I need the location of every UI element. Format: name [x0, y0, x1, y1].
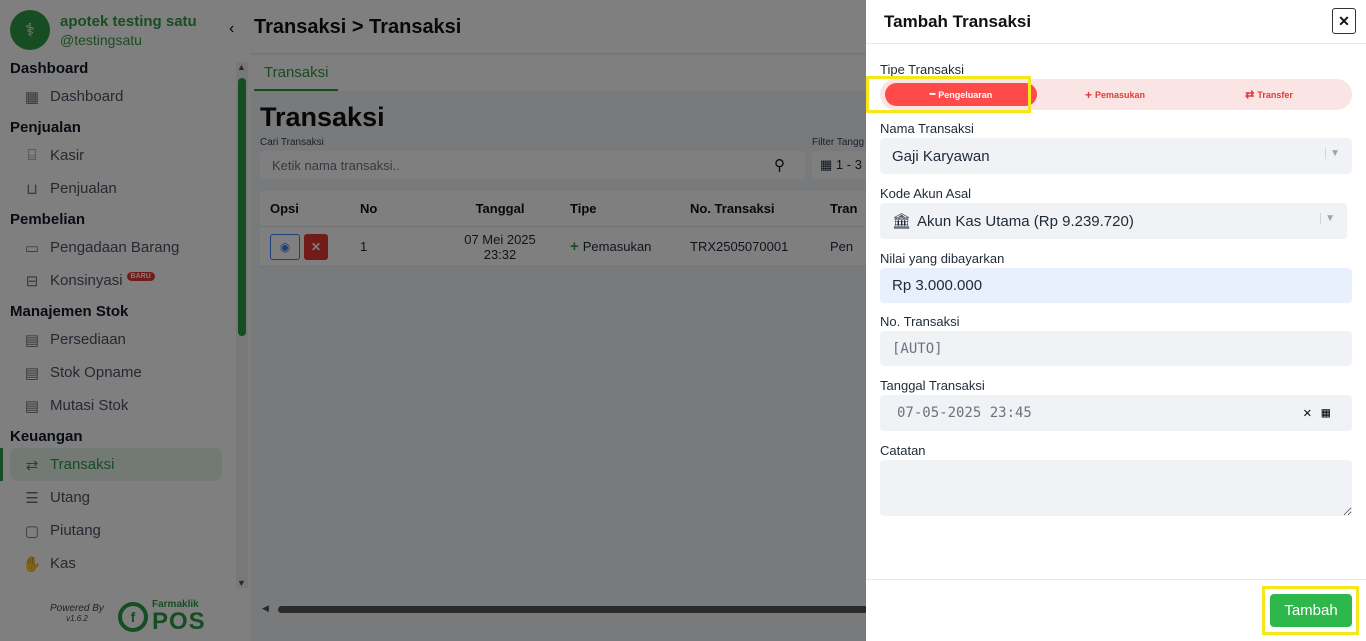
drawer-title: Tambah Transaksi	[884, 12, 1032, 31]
type-transfer-button[interactable]: ⇄ Transfer	[1204, 83, 1334, 106]
close-icon: ✕	[1338, 12, 1350, 29]
transaction-date-label: Tanggal Transaksi	[880, 378, 985, 393]
plus-icon: +	[1084, 87, 1092, 102]
amount-value: Rp 3.000.000	[892, 277, 983, 294]
transaction-number-value: [AUTO]	[892, 340, 943, 357]
highlight-box	[1262, 586, 1359, 635]
drawer-header: Tambah Transaksi ✕	[866, 0, 1366, 44]
transaction-type-label: Tipe Transaksi	[880, 62, 965, 77]
type-pemasukan-button[interactable]: + Pemasukan	[1050, 83, 1180, 106]
amount-label: Nilai yang dibayarkan	[880, 251, 1005, 266]
chevron-down-icon: ▼	[1325, 148, 1340, 159]
add-transaction-drawer: Tambah Transaksi ✕ Tipe Transaksi ━ Penge…	[866, 0, 1366, 641]
amount-input[interactable]: Rp 3.000.000	[880, 268, 1352, 303]
type-label: Transfer	[1257, 89, 1293, 100]
transaction-name-label: Nama Transaksi	[880, 121, 974, 136]
transaction-name-value: Gaji Karyawan	[892, 147, 990, 165]
transaction-date-input[interactable]: 07-05-2025 23:45 ✕ ▦	[880, 395, 1352, 431]
exchange-icon: ⇄	[1245, 89, 1255, 101]
transaction-number-input[interactable]: [AUTO]	[880, 331, 1352, 366]
bank-icon: 🏛	[892, 213, 912, 230]
transaction-name-select[interactable]: Gaji Karyawan ▼	[880, 138, 1352, 174]
close-button[interactable]: ✕	[1332, 8, 1356, 34]
chevron-down-icon: ▼	[1320, 213, 1335, 224]
highlight-box	[866, 76, 1031, 113]
clear-date-icon[interactable]: ✕	[1303, 405, 1311, 421]
source-account-value: Akun Kas Utama (Rp 9.239.720)	[917, 212, 1134, 230]
type-label: Pemasukan	[1094, 89, 1146, 100]
calendar-icon[interactable]: ▦	[1322, 405, 1330, 421]
transaction-date-value: 07-05-2025 23:45	[897, 405, 1032, 421]
source-account-label: Kode Akun Asal	[880, 186, 972, 201]
transaction-number-label: No. Transaksi	[880, 314, 960, 329]
notes-textarea[interactable]	[880, 460, 1352, 516]
source-account-select[interactable]: 🏛 Akun Kas Utama (Rp 9.239.720) ▼	[880, 203, 1347, 239]
notes-label: Catatan	[880, 443, 926, 458]
